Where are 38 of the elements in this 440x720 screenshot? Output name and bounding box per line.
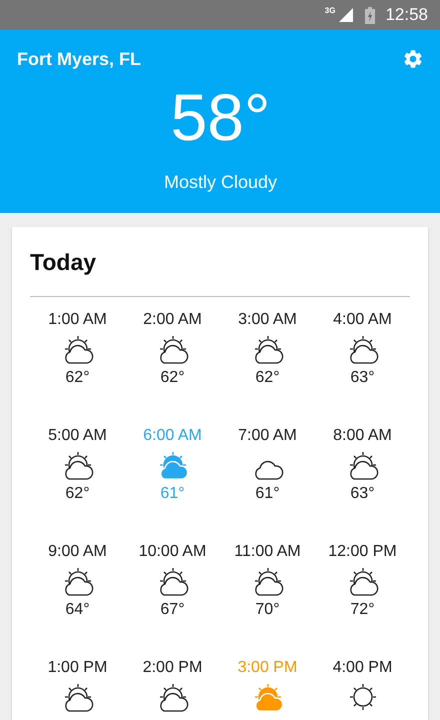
network-type: 3G (324, 6, 336, 15)
hour-label: 7:00 AM (238, 427, 297, 445)
hour-temperature: 70° (255, 601, 280, 619)
hour-label: 8:00 AM (333, 427, 392, 445)
hour-label: 2:00 AM (143, 311, 202, 329)
hour-label: 9:00 AM (48, 543, 107, 561)
weather-condition: Mostly Cloudy (164, 172, 278, 193)
hour-label: 6:00 AM (143, 427, 202, 445)
hour-label: 5:00 AM (48, 427, 107, 445)
status-time: 12:58 (385, 5, 428, 25)
hour-temperature: 62° (65, 369, 90, 387)
hour-label: 10:00 AM (138, 543, 206, 561)
hour-label: 4:00 AM (333, 311, 392, 329)
hour-temperature: 63° (350, 485, 375, 503)
hour-label: 2:00 PM (142, 659, 202, 677)
hour-temperature: 64° (65, 601, 90, 619)
settings-button[interactable] (402, 48, 424, 70)
hour-temperature: 67° (160, 601, 185, 619)
hour-label: 4:00 PM (332, 659, 392, 677)
hour-label: 11:00 AM (234, 543, 301, 561)
signal-icon (339, 8, 354, 22)
hour-label: 1:00 PM (48, 659, 108, 677)
current-temperature: 58° (170, 84, 270, 150)
settings-icon (402, 48, 424, 70)
hour-temperature: 61° (255, 485, 280, 503)
hour-temperature: 62° (255, 369, 280, 387)
hour-temperature: 61° (160, 485, 185, 503)
location-name: Fort Myers, FL (17, 48, 142, 70)
hour-label: 3:00 AM (238, 311, 297, 329)
hour-label: 3:00 PM (238, 659, 298, 677)
hour-label: 1:00 AM (48, 311, 107, 329)
hour-label: 12:00 PM (328, 543, 397, 561)
battery-icon (365, 6, 376, 24)
card-title: Today (30, 249, 98, 276)
hour-temperature: 72° (350, 601, 375, 619)
hour-temperature: 62° (160, 369, 185, 387)
hour-temperature: 62° (65, 485, 90, 503)
hour-temperature: 63° (350, 369, 375, 387)
